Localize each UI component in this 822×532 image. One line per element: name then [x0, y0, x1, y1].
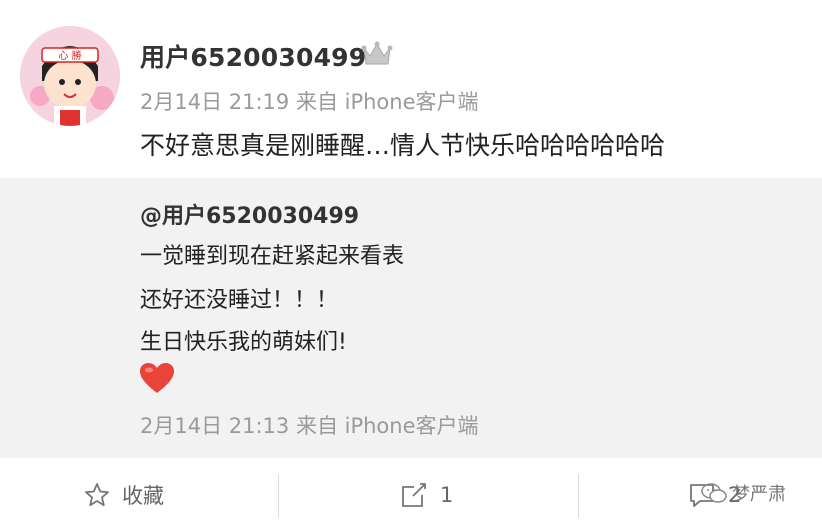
- crown-icon: [361, 41, 393, 65]
- post-header: 心 勝 用户6520030499 2月14日 21:19 来自 iPhone客户…: [0, 0, 822, 178]
- heart-icon: [140, 363, 174, 393]
- watermark-text: 梦严肃: [732, 484, 786, 505]
- avatar-image: 心 勝: [20, 26, 120, 126]
- repost-line: 生日快乐我的萌妹们!: [140, 330, 347, 355]
- star-icon: [85, 483, 109, 507]
- repost-card[interactable]: @用户6520030499 一觉睡到现在赶紧起来看表 还好还没睡过！！！ 生日快…: [0, 178, 822, 458]
- repost-line: 还好还没睡过！！！: [140, 288, 339, 313]
- favorite-button[interactable]: 收藏: [84, 458, 164, 532]
- wechat-icon: [701, 483, 727, 503]
- action-divider: [578, 474, 579, 518]
- share-button[interactable]: 1: [400, 458, 453, 532]
- action-bar: 收藏 1 2: [0, 458, 822, 532]
- post-text: 不好意思真是刚睡醒…情人节快乐哈哈哈哈哈哈: [140, 131, 666, 160]
- avatar[interactable]: 心 勝: [20, 26, 120, 126]
- username[interactable]: 用户6520030499: [140, 38, 366, 74]
- svg-text:心 勝: 心 勝: [58, 49, 81, 62]
- share-icon: [402, 483, 426, 507]
- post-meta: 2月14日 21:19 来自 iPhone客户端: [140, 90, 479, 114]
- repost-line: 一觉睡到现在赶紧起来看表: [140, 244, 405, 269]
- repost-meta: 2月14日 21:13 来自 iPhone客户端: [140, 414, 479, 438]
- share-count: 1: [440, 483, 454, 507]
- action-divider: [278, 474, 279, 518]
- repost-author[interactable]: @用户6520030499: [140, 198, 359, 230]
- watermark: 梦严肃: [700, 480, 786, 506]
- favorite-label: 收藏: [122, 484, 164, 508]
